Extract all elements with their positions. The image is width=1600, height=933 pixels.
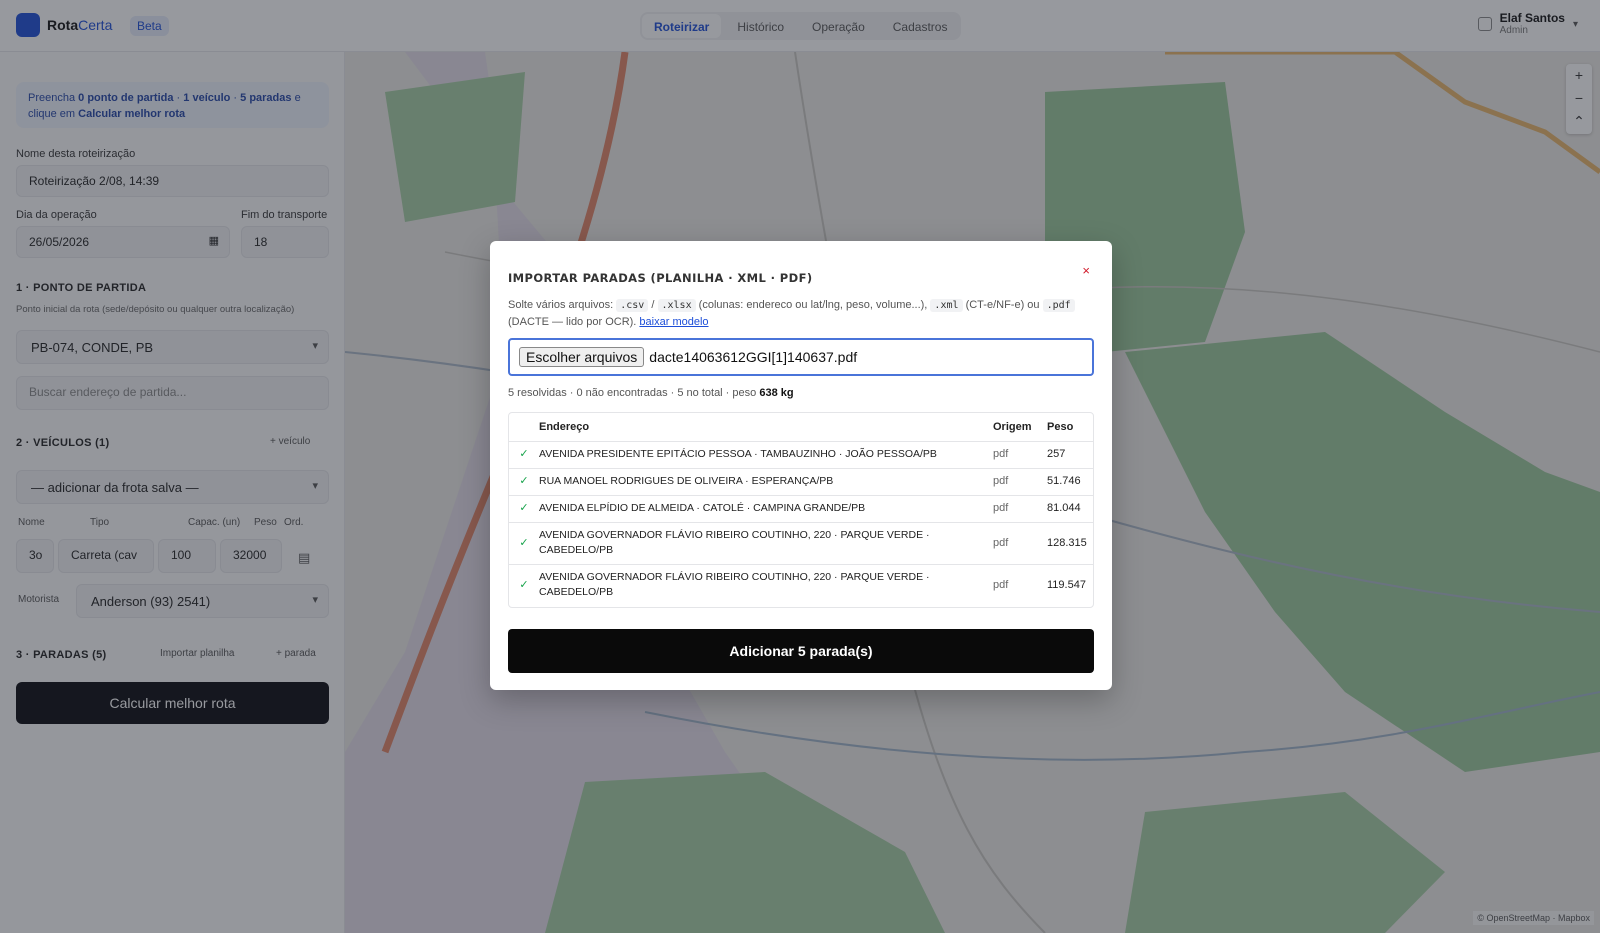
table-header-weight: Peso [1047,413,1093,442]
check-icon: ✓ [509,495,539,523]
import-stops-modal: IMPORTAR PARADAS (PLANILHA · XML · PDF) … [490,241,1112,690]
pdf-code: .pdf [1042,299,1075,312]
modal-description: Solte vários arquivos: .csv / .xlsx (col… [508,297,1094,330]
row-origin: pdf [993,578,1009,591]
row-address: AVENIDA PRESIDENTE EPITÁCIO PESSOA · TAM… [539,441,993,469]
add-stops-button[interactable]: Adicionar 5 parada(s) [508,629,1094,673]
row-origin: pdf [993,495,1047,523]
table-row: ✓ AVENIDA GOVERNADOR FLÁVIO RIBEIRO COUT… [509,522,1093,565]
check-icon: ✓ [519,578,529,591]
row-weight: 81.044 [1047,495,1093,523]
row-weight: 257 [1047,441,1093,469]
row-weight: 51.746 [1047,468,1093,496]
table-row: ✓ AVENIDA ELPÍDIO DE ALMEIDA · CATOLÉ · … [509,495,1093,523]
row-address: AVENIDA GOVERNADOR FLÁVIO RIBEIRO COUTIN… [539,571,930,599]
row-origin: pdf [993,441,1047,469]
modal-title: IMPORTAR PARADAS (PLANILHA · XML · PDF) [508,271,813,285]
check-icon: ✓ [509,441,539,469]
row-weight: 128.315 [1047,522,1093,565]
table-header-origin: Origem [993,413,1047,442]
check-icon: ✓ [509,468,539,496]
row-address: AVENIDA ELPÍDIO DE ALMEIDA · CATOLÉ · CA… [539,495,993,523]
selected-file-name: dacte14063612GGI[1]140637.pdf [649,349,858,365]
table-row: ✓ AVENIDA PRESIDENTE EPITÁCIO PESSOA · T… [509,441,1093,469]
close-icon[interactable]: × [1082,263,1090,278]
check-icon: ✓ [509,522,539,565]
table-header-row: Endereço Origem Peso [509,413,1093,442]
row-origin: pdf [993,522,1047,565]
file-input[interactable]: Escolher arquivos dacte14063612GGI[1]140… [508,338,1094,376]
stops-table: Endereço Origem Peso ✓ AVENIDA PRESIDENT… [508,412,1094,608]
row-address: AVENIDA GOVERNADOR FLÁVIO RIBEIRO COUTIN… [539,522,993,565]
download-template-link[interactable]: baixar modelo [639,316,708,328]
row-address: RUA MANOEL RODRIGUES DE OLIVEIRA · ESPER… [539,468,993,496]
row-origin: pdf [993,468,1047,496]
table-row: ✓ AVENIDA GOVERNADOR FLÁVIO RIBEIRO COUT… [509,564,1093,606]
total-weight: 638 kg [759,387,794,399]
table-row: ✓ RUA MANOEL RODRIGUES DE OLIVEIRA · ESP… [509,468,1093,496]
table-header-address: Endereço [539,413,993,442]
row-weight: 119.547 [1047,578,1086,591]
csv-code: .csv [616,299,649,312]
xml-code: .xml [930,299,963,312]
import-summary: 5 resolvidas · 0 não encontradas · 5 no … [508,387,794,399]
table-header-check [509,413,539,442]
choose-files-button[interactable]: Escolher arquivos [519,347,645,367]
xlsx-code: .xlsx [657,299,696,312]
